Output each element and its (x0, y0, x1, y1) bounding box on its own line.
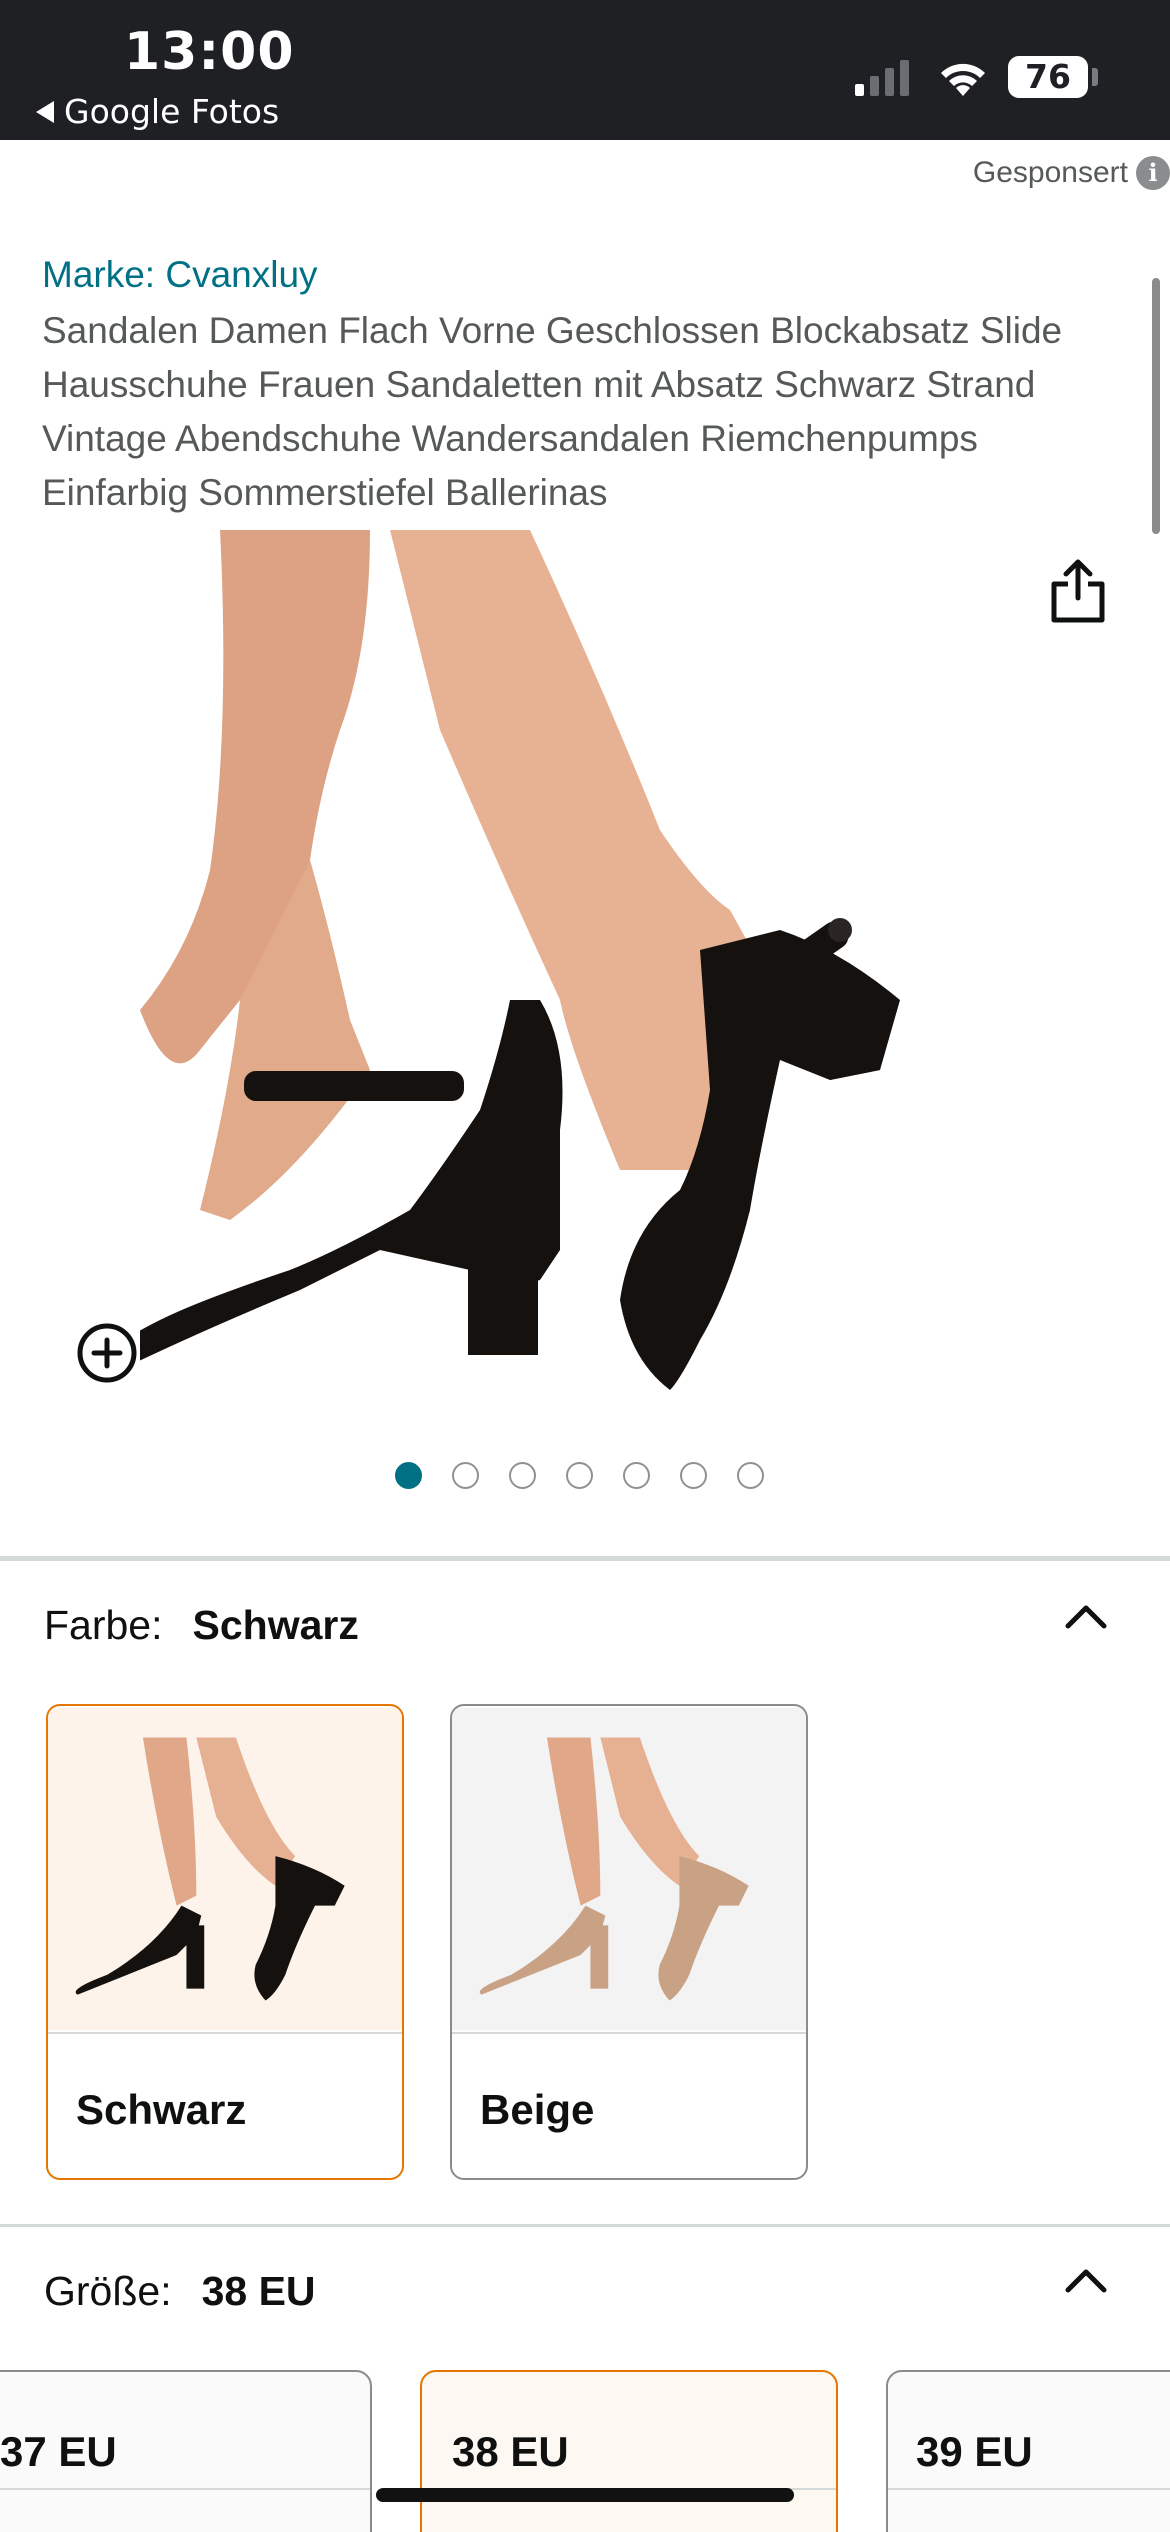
back-arrow-icon (36, 100, 54, 123)
share-icon[interactable] (1046, 556, 1110, 626)
section-divider (0, 2224, 1170, 2227)
back-to-app-button[interactable]: Google Fotos (36, 92, 279, 131)
product-title: Sandalen Damen Flach Vorne Geschlossen B… (42, 310, 1063, 513)
brand-link[interactable]: Marke: Cvanxluy (42, 254, 318, 296)
selected-color: Schwarz (192, 1602, 359, 1648)
size-option-divider (0, 2488, 370, 2490)
sponsored-label[interactable]: Gesponsert i (973, 156, 1170, 190)
size-option-label: 38 EU (452, 2428, 569, 2475)
size-option-38[interactable]: 38 EU (420, 2370, 838, 2532)
size-option-label: 39 EU (916, 2428, 1033, 2475)
size-option-divider (888, 2488, 1170, 2490)
pagination-dot[interactable] (508, 1462, 536, 1489)
clock: 13:00 (124, 22, 295, 82)
pagination-dot[interactable] (622, 1462, 650, 1489)
section-divider (0, 1556, 1170, 1561)
product-image[interactable] (140, 530, 1040, 1400)
home-indicator[interactable] (376, 2488, 794, 2502)
battery-icon: 76 (1008, 56, 1088, 98)
back-app-label: Google Fotos (64, 92, 280, 131)
selected-size: 38 EU (201, 2268, 316, 2314)
size-option-39[interactable]: 39 EU (886, 2370, 1170, 2532)
color-option-label: Schwarz (48, 2032, 402, 2178)
color-section-header[interactable]: Farbe: Schwarz (44, 1602, 359, 1649)
chevron-up-icon[interactable] (1064, 2266, 1108, 2294)
pagination-dot[interactable] (736, 1462, 764, 1489)
sponsored-text: Gesponsert (972, 156, 1128, 189)
size-section-header[interactable]: Größe: 38 EU (44, 2268, 316, 2315)
pagination-dot[interactable] (394, 1462, 422, 1489)
scrollbar[interactable] (1152, 278, 1160, 534)
battery-tip (1092, 68, 1098, 86)
chevron-up-icon[interactable] (1064, 1602, 1108, 1630)
pagination-dot[interactable] (565, 1462, 593, 1489)
status-bar: 13:00 Google Fotos 76 (0, 0, 1170, 140)
pagination-dot[interactable] (451, 1462, 479, 1489)
color-option-schwarz[interactable]: Schwarz (46, 1704, 404, 2180)
color-option-beige[interactable]: Beige (450, 1704, 808, 2180)
size-option-37[interactable]: 37 EU (0, 2370, 372, 2532)
swatch-image (48, 1707, 402, 2031)
size-label: Größe: (44, 2268, 172, 2314)
wifi-icon (941, 63, 985, 96)
zoom-icon[interactable] (76, 1322, 138, 1384)
signal-icon (855, 58, 909, 96)
image-pagination (0, 1462, 1170, 1489)
info-icon[interactable]: i (1136, 156, 1170, 190)
swatch-image (452, 1707, 806, 2031)
pagination-dot[interactable] (679, 1462, 707, 1489)
color-label: Farbe: (44, 1602, 163, 1648)
size-option-label: 37 EU (0, 2428, 117, 2475)
color-option-label: Beige (452, 2032, 806, 2178)
